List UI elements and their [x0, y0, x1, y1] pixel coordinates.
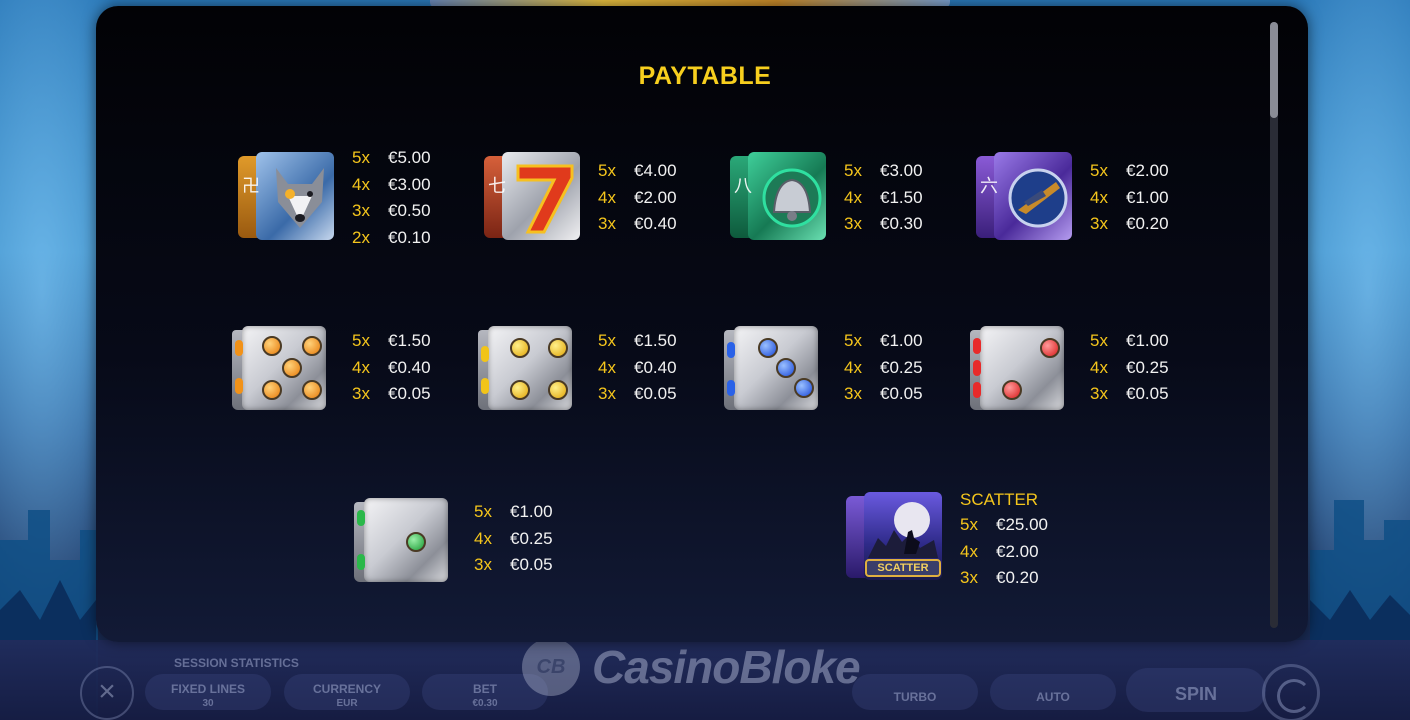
seven-icon: 七: [478, 148, 582, 244]
turbo-label: TURBO: [893, 690, 937, 704]
pay-value: €0.30: [880, 214, 923, 234]
pay-count: 3x: [1090, 384, 1108, 404]
session-statistics-label[interactable]: SESSION STATISTICS: [174, 656, 299, 670]
paytable-title: PAYTABLE: [638, 62, 772, 90]
pay-value: €0.10: [388, 228, 431, 248]
yellow-die-icon: [478, 320, 582, 416]
auto-label: AUTO: [1036, 690, 1070, 704]
pay-count: 3x: [598, 214, 616, 234]
pay-value: €0.05: [1126, 384, 1169, 404]
pay-count: 5x: [598, 161, 616, 181]
fixed-lines-value: 30: [202, 698, 214, 709]
pay-count: 5x: [598, 331, 616, 351]
pay-value: €0.50: [388, 201, 431, 221]
currency-label: CURRENCY: [312, 682, 381, 696]
pay-count: 3x: [598, 384, 616, 404]
pay-value: €1.00: [880, 331, 923, 351]
pay-count: 5x: [960, 515, 978, 535]
pay-value: €1.50: [634, 331, 677, 351]
close-icon: ×: [98, 675, 116, 708]
pay-value: €0.20: [996, 568, 1039, 588]
spaceship-icon: 六: [970, 148, 1074, 244]
pay-count: 3x: [352, 201, 370, 221]
pay-count: 5x: [1090, 331, 1108, 351]
pay-count: 5x: [844, 161, 862, 181]
scatter-icon: SCATTER: [840, 488, 944, 584]
pay-value: €4.00: [634, 161, 677, 181]
orange-die-icon: [232, 320, 336, 416]
pay-count: 3x: [844, 214, 862, 234]
pay-count: 5x: [844, 331, 862, 351]
pay-count: 4x: [1090, 357, 1108, 377]
pay-value: €0.20: [1126, 214, 1169, 234]
pay-value: €0.25: [880, 357, 923, 377]
pay-count: 4x: [844, 187, 862, 207]
pay-count: 2x: [352, 228, 370, 248]
pay-count: 3x: [844, 384, 862, 404]
pay-count: 4x: [352, 174, 370, 194]
pay-count: 5x: [352, 148, 370, 168]
scatter-label: SCATTER: [960, 490, 1039, 509]
pay-count: 3x: [352, 384, 370, 404]
pay-count: 4x: [844, 357, 862, 377]
pay-count: 3x: [1090, 214, 1108, 234]
scatter-badge-text: SCATTER: [877, 562, 929, 574]
pay-count: 5x: [352, 331, 370, 351]
pay-value: €1.00: [510, 502, 553, 522]
pay-value: €0.40: [634, 357, 677, 377]
casinobloke-watermark: CB CasinoBloke: [522, 632, 861, 702]
pay-value: €0.25: [1126, 357, 1169, 377]
pay-value: €3.00: [388, 174, 431, 194]
pay-count: 4x: [474, 528, 492, 548]
spin-label: SPIN: [1174, 684, 1217, 704]
pay-value: €3.00: [880, 161, 923, 181]
pay-count: 3x: [474, 555, 492, 575]
autospin-arrow-icon[interactable]: [1262, 664, 1320, 720]
pay-value: €2.00: [1126, 161, 1169, 181]
blue-die-icon: [724, 320, 828, 416]
watermark-logo: CB: [522, 638, 580, 696]
close-button[interactable]: ×: [80, 666, 134, 720]
pay-count: 4x: [1090, 187, 1108, 207]
pay-value: €0.40: [388, 357, 431, 377]
bell-icon: 八: [724, 148, 828, 244]
pay-count: 4x: [352, 357, 370, 377]
green-die-icon: [354, 492, 458, 588]
pay-value: €1.50: [880, 187, 923, 207]
pay-value: €2.00: [996, 541, 1039, 561]
pay-value: €0.25: [510, 528, 553, 548]
pay-value: €0.05: [634, 384, 677, 404]
pay-count: 4x: [598, 187, 616, 207]
pay-value: €1.00: [1126, 331, 1169, 351]
pay-value: €1.00: [1126, 187, 1169, 207]
pay-value: €25.00: [996, 515, 1048, 535]
currency-value: EUR: [336, 698, 358, 709]
pay-value: €0.40: [634, 214, 677, 234]
pay-value: €0.05: [880, 384, 923, 404]
wolf-icon: 卍: [232, 148, 336, 244]
pay-value: €5.00: [388, 148, 431, 168]
pay-value: €2.00: [634, 187, 677, 207]
pay-value: €0.05: [510, 555, 553, 575]
pay-count: 4x: [598, 357, 616, 377]
pay-count: 3x: [960, 568, 978, 588]
pay-value: €0.05: [388, 384, 431, 404]
pay-value: €1.50: [388, 331, 431, 351]
pay-count: 5x: [474, 502, 492, 522]
red-die-icon: [970, 320, 1074, 416]
pay-count: 4x: [960, 541, 978, 561]
fixed-lines-label: FIXED LINES: [170, 682, 245, 696]
watermark-text: CasinoBloke: [592, 641, 861, 693]
pay-count: 5x: [1090, 161, 1108, 181]
